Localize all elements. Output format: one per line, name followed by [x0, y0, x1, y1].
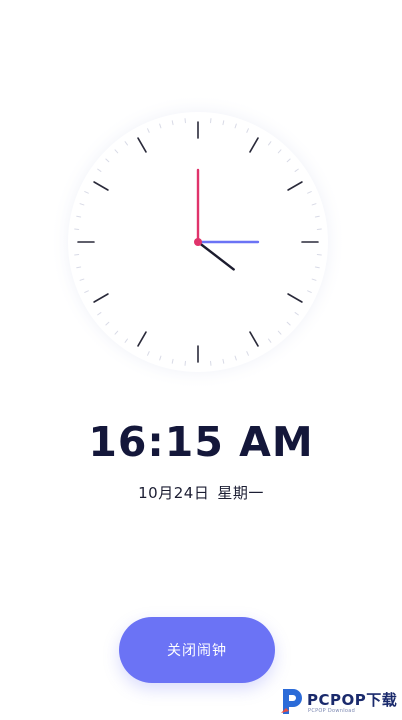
digital-time: 16:15 AM: [88, 418, 314, 466]
weekday-text: 星期一: [217, 484, 264, 502]
dismiss-alarm-button[interactable]: 关闭闹钟: [119, 617, 275, 683]
pcpop-logo-icon: [281, 689, 302, 714]
dismiss-alarm-label: 关闭闹钟: [167, 643, 227, 659]
watermark: PCPOP下载 PCPOP Download: [277, 683, 402, 720]
date-text: 10月24日: [138, 484, 210, 502]
alarm-screen: 16:15 AM 10月24日 星期一 关闭闹钟 PCPOP下载 PCPOP Do…: [0, 0, 402, 720]
analog-clock: [48, 92, 348, 392]
clock-center-dot: [194, 238, 202, 246]
watermark-tagline: PCPOP Download: [308, 708, 356, 714]
watermark-brand: PCPOP下载: [307, 691, 398, 709]
clock-face: [50, 94, 346, 390]
date-line: 10月24日 星期一: [0, 482, 402, 503]
